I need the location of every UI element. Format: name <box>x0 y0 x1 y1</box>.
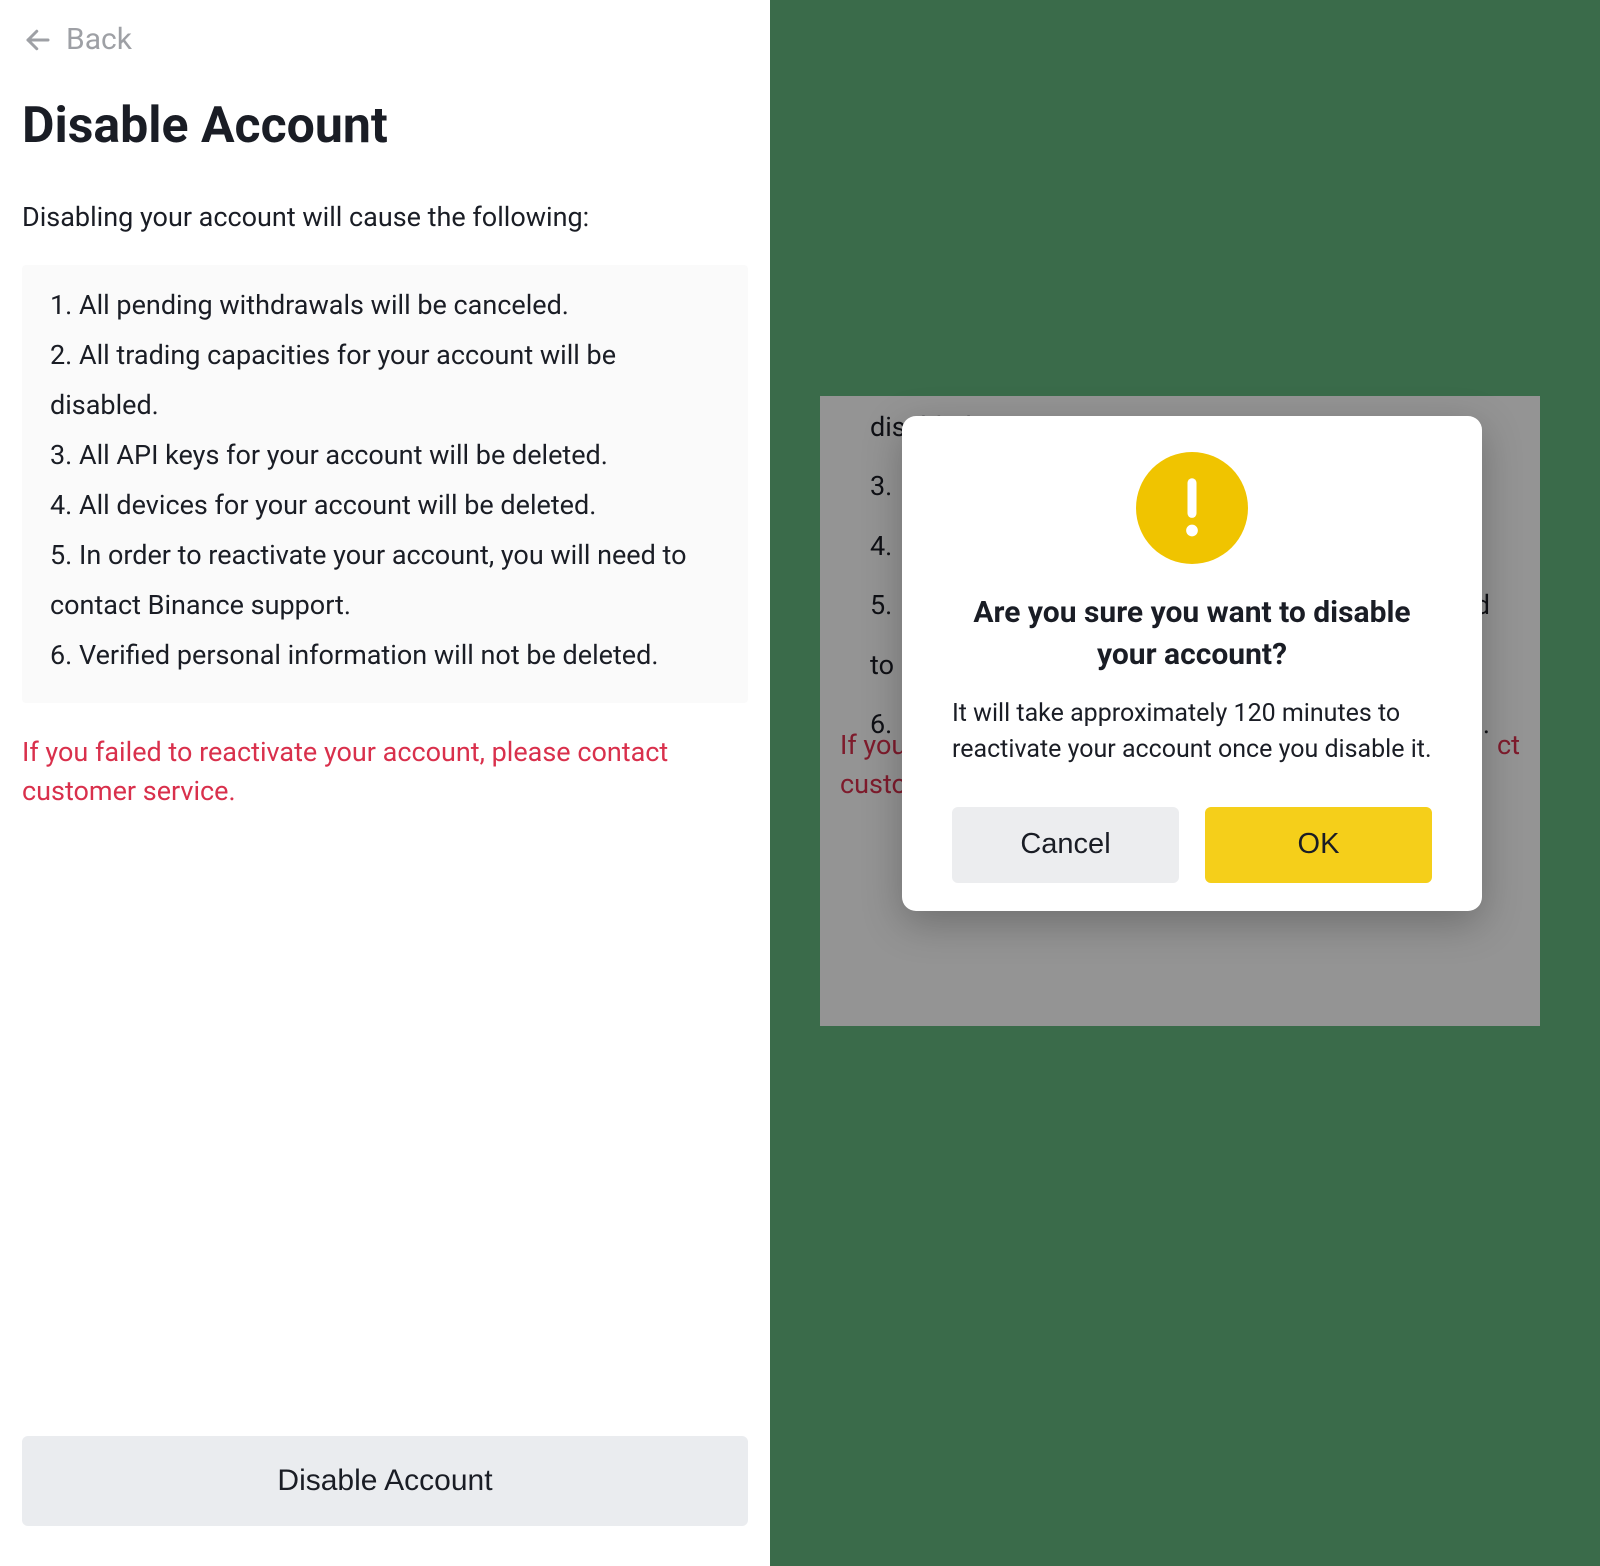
warning-text: If you failed to reactivate your account… <box>22 733 748 811</box>
arrow-left-icon <box>22 24 54 56</box>
modal-title: Are you sure you want to disable your ac… <box>902 592 1482 676</box>
subhead: Disabling your account will cause the fo… <box>22 201 748 233</box>
confirmation-screen: disabled. 3. 4. 5. d to 6. l. If you <box>820 396 1540 1026</box>
back-button[interactable]: Back <box>22 22 748 57</box>
modal-body: It will take approximately 120 minutes t… <box>902 696 1482 769</box>
list-item: 3. All API keys for your account will be… <box>50 431 720 481</box>
disable-account-screen: Back Disable Account Disabling your acco… <box>0 0 770 1566</box>
list-item: 4. All devices for your account will be … <box>50 481 720 531</box>
list-item: 5. In order to reactivate your account, … <box>50 531 720 631</box>
disable-account-button[interactable]: Disable Account <box>22 1436 748 1526</box>
warning-icon <box>1136 452 1248 564</box>
back-label: Back <box>66 22 132 57</box>
ok-button[interactable]: OK <box>1205 807 1432 883</box>
list-item: 1. All pending withdrawals will be cance… <box>50 281 720 331</box>
list-item: 6. Verified personal information will no… <box>50 631 720 681</box>
list-item: 2. All trading capacities for your accou… <box>50 331 720 431</box>
confirm-disable-modal: Are you sure you want to disable your ac… <box>902 416 1482 911</box>
consequences-box: 1. All pending withdrawals will be cance… <box>22 265 748 703</box>
cancel-button[interactable]: Cancel <box>952 807 1179 883</box>
right-panel: disabled. 3. 4. 5. d to 6. l. If you <box>770 0 1600 1566</box>
page-title: Disable Account <box>22 97 748 155</box>
